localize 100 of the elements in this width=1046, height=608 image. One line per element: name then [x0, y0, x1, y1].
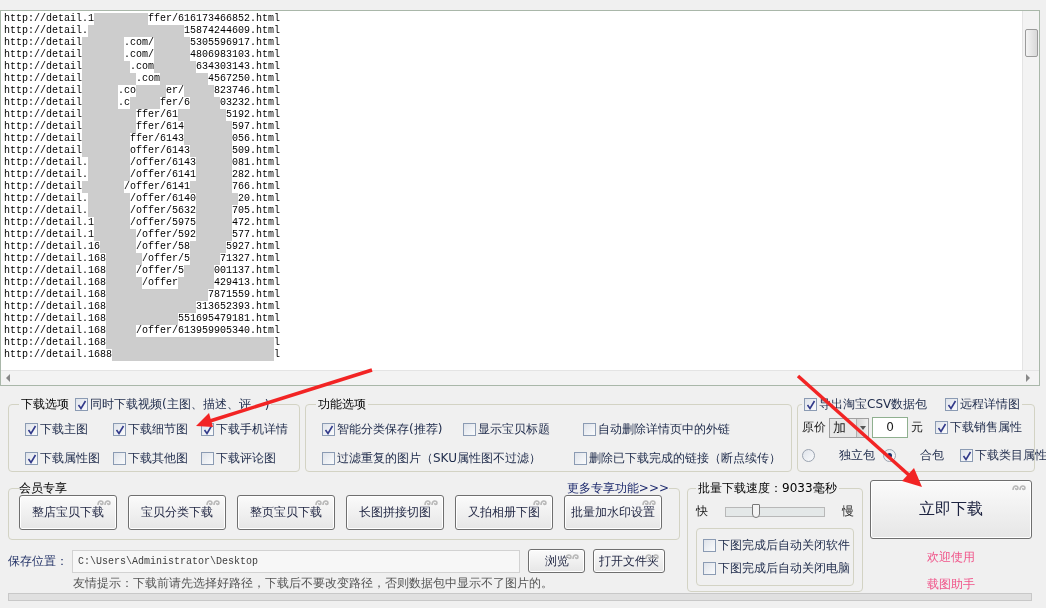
url-text: 313652393.html: [196, 301, 281, 313]
checkbox[interactable]: 下载主图: [25, 421, 113, 438]
feature-button[interactable]: 整页宝贝下载: [237, 495, 335, 530]
url-text: 597.html: [232, 121, 281, 133]
url-text: l: [274, 349, 281, 361]
browse-button[interactable]: 浏览: [528, 549, 585, 573]
url-text: http://detail: [4, 61, 82, 73]
url-text: /offer/613959905340.html: [136, 325, 281, 337]
feature-button[interactable]: 批量加水印设置: [564, 495, 662, 530]
checkbox[interactable]: 自动删除详情页中的外链: [583, 421, 730, 438]
url-text: ffer/61: [136, 109, 179, 121]
unit-label: 元: [911, 419, 923, 436]
scrollbar-thumb[interactable]: [1024, 29, 1038, 57]
slow-label: 慢: [842, 503, 854, 520]
checkbox[interactable]: 下载细节图: [113, 421, 201, 438]
url-text: http://detail: [4, 49, 82, 61]
radio-button[interactable]: 合包: [883, 447, 944, 464]
url-text: 509.html: [232, 145, 281, 157]
url-text: ffer/6143: [130, 133, 185, 145]
checkmark-icon: [202, 424, 213, 435]
price-input[interactable]: 0: [872, 417, 908, 438]
url-text: http://detail.1: [4, 229, 94, 241]
feature-button[interactable]: 宝贝分类下载: [128, 495, 226, 530]
start-download-button[interactable]: 立即下载: [870, 480, 1032, 539]
feature-button[interactable]: 长图拼接切图: [346, 495, 444, 530]
url-text: http://detail: [4, 73, 82, 85]
url-text: 5305596917.html: [190, 37, 281, 49]
checkbox[interactable]: 下载销售属性: [935, 419, 1022, 436]
save-path-field[interactable]: C:\Users\Administrator\Desktop: [72, 549, 520, 573]
url-text: .co: [118, 85, 137, 97]
url-text: http://detail.1: [4, 217, 94, 229]
url-text: http://detail.: [4, 157, 88, 169]
checkbox[interactable]: 下图完成后自动关闭电脑: [703, 560, 847, 577]
slider-thumb[interactable]: [752, 503, 761, 518]
caret-icon: [859, 425, 866, 430]
open-folder-button[interactable]: 打开文件夹: [593, 549, 665, 573]
checkbox[interactable]: 删除已下载完成的链接（断点续传）: [574, 450, 781, 467]
group-title: 下载选项: [21, 396, 69, 413]
feature-button[interactable]: 整店宝贝下载: [19, 495, 117, 530]
url-text: http://detail.1688: [4, 349, 113, 361]
url-text: http://detail: [4, 181, 82, 193]
speed-slider-track[interactable]: [725, 506, 825, 517]
url-text: .c: [118, 97, 131, 109]
url-text: 15874244609.html: [184, 25, 281, 37]
horizontal-scrollbar[interactable]: [1, 370, 1039, 385]
url-text: 081.html: [232, 157, 281, 169]
feature-button[interactable]: 又拍相册下图: [455, 495, 553, 530]
url-text: fer/6: [160, 97, 191, 109]
url-text: 001137.html: [214, 265, 281, 277]
checkbox[interactable]: 下载评论图: [201, 450, 289, 467]
url-text: /offer/5: [136, 265, 185, 277]
url-text: 472.html: [232, 217, 281, 229]
url-text: /offer/5632: [130, 205, 197, 217]
url-text: 823746.html: [214, 85, 281, 97]
url-text: ffer/614: [136, 121, 185, 133]
checkbox[interactable]: 下载类目属性: [960, 447, 1046, 464]
checkbox[interactable]: 下载属性图: [25, 450, 113, 467]
url-text: http://detail.16: [4, 241, 100, 253]
url-text: /offer/6141: [124, 181, 191, 193]
url-text: .com/: [124, 49, 155, 61]
swirl-icon: [424, 498, 440, 507]
radio-button[interactable]: 独立包: [802, 447, 875, 464]
url-text: http://detail.: [4, 25, 88, 37]
swirl-icon: [206, 498, 222, 507]
vertical-scrollbar[interactable]: [1022, 11, 1039, 370]
url-text: http://detail: [4, 109, 82, 121]
swirl-icon: [1012, 483, 1028, 492]
checkmark-icon: [946, 399, 957, 410]
group-title: 会员专享: [19, 480, 67, 497]
url-text: 705.html: [232, 205, 281, 217]
url-text: http://detail: [4, 37, 82, 49]
checkbox[interactable]: 智能分类保存(推荐): [322, 421, 463, 438]
url-text: /offer/6141: [130, 169, 197, 181]
checkbox[interactable]: 下载其他图: [113, 450, 201, 467]
url-text-area[interactable]: [0, 10, 1040, 386]
checkmark-icon: [76, 399, 87, 410]
url-text: .com: [130, 61, 155, 73]
url-text: 766.html: [232, 181, 281, 193]
url-text: 7871559.html: [208, 289, 281, 301]
checkmark-icon: [323, 424, 334, 435]
url-text: http://detail.168: [4, 253, 107, 265]
swirl-icon: [533, 498, 549, 507]
url-text: 551695479181.html: [178, 313, 281, 325]
checkbox[interactable]: 同时下载视频(主图、描述、评: [75, 396, 251, 413]
group-title: 功能选项: [318, 396, 366, 413]
url-text: 577.html: [232, 229, 281, 241]
checkbox[interactable]: 显示宝贝标题: [463, 421, 583, 438]
url-text: offer/6143: [130, 145, 191, 157]
right-arrow-icon[interactable]: [1025, 374, 1031, 382]
checkbox[interactable]: 过滤重复的图片（SKU属性图不过滤）: [322, 450, 574, 467]
url-text: http://detail: [4, 133, 82, 145]
url-text: http://detail: [4, 145, 82, 157]
url-text: http://detail.168: [4, 277, 107, 289]
left-arrow-icon[interactable]: [5, 374, 11, 382]
checkbox[interactable]: 远程详情图: [945, 396, 1021, 413]
url-text: 5192.html: [226, 109, 281, 121]
swirl-icon: [315, 498, 331, 507]
checkmark-icon: [26, 453, 37, 464]
more-features-link[interactable]: 更多专享功能>>>: [566, 480, 669, 497]
checkmark-icon: [114, 424, 125, 435]
